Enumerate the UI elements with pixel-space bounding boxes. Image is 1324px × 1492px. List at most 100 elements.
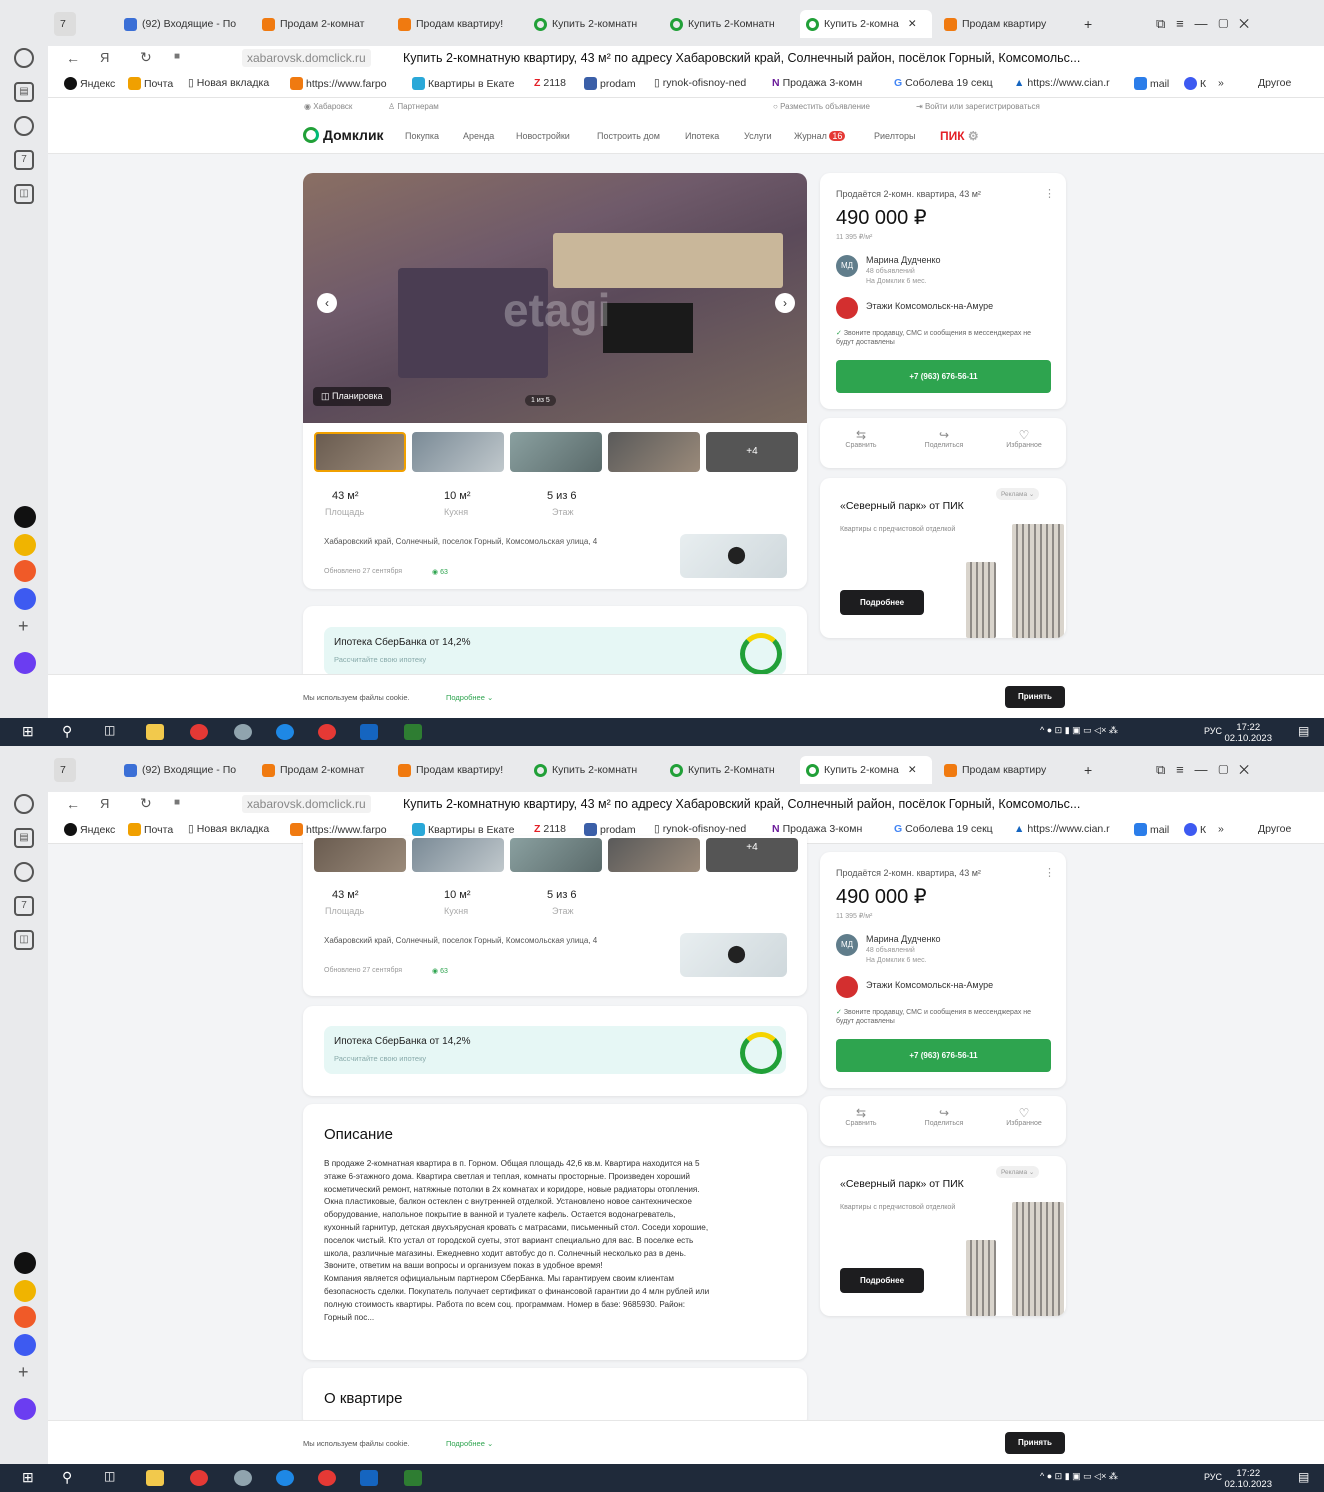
new-tab-button[interactable]: + [1078,758,1100,782]
thumbnail[interactable] [412,432,504,472]
ad-card[interactable]: Реклама ⌄ «Северный парк» от ПИК Квартир… [820,1156,1066,1316]
ad-badge[interactable]: Реклама ⌄ [996,488,1040,500]
cookie-more-link[interactable]: Подробнее ⌄ [446,693,493,702]
language-indicator[interactable]: РУС [1204,1472,1222,1482]
nav-item[interactable]: Ипотека [685,131,719,141]
bookmark[interactable]: Почта [128,77,173,90]
favorite-button[interactable]: ♡ Избранное [996,428,1052,449]
more-menu-icon[interactable]: ⋮ [1044,866,1055,879]
tab-domclick-active[interactable]: Купить 2-комна ✕ [800,10,932,38]
more-menu-icon[interactable]: ⋮ [1044,187,1055,200]
bookmark[interactable]: mail [1134,823,1169,836]
tab-domclick-active[interactable]: Купить 2-комна ✕ [800,756,932,784]
bookmark[interactable]: Квартиры в Екате [412,823,514,836]
more-thumbnails[interactable]: +4 [706,432,798,472]
app-icon-1[interactable] [14,1252,36,1274]
bookmark[interactable]: Z 2118 [534,77,566,89]
yandex-browser-icon[interactable] [190,724,208,740]
nav-item[interactable]: Риелторы [874,131,916,141]
bookmark[interactable]: Почта [128,823,173,836]
search-icon[interactable]: ⚲ [62,1469,72,1486]
collections-icon[interactable]: ▤ [14,828,34,848]
thumbnail[interactable] [314,838,406,872]
agent-name[interactable]: Марина Дудченко [866,934,941,944]
explorer-icon[interactable] [146,724,164,740]
cookie-more-link[interactable]: Подробнее ⌄ [446,1439,493,1448]
mortgage-banner[interactable]: Ипотека СберБанка от 14,2% Рассчитайте с… [324,627,786,675]
clock[interactable]: 17:22 02.10.2023 [1224,1468,1272,1490]
partners-link[interactable]: ♙ Партнерам [388,102,439,111]
page-title[interactable]: Купить 2-комнатную квартиру, 43 м² по ад… [403,797,1080,811]
bookmark[interactable]: К [1184,77,1206,90]
language-indicator[interactable]: РУС [1204,726,1222,736]
back-icon[interactable]: ← [66,50,80,66]
windows-start-icon[interactable]: ⊞ [22,723,34,740]
bookmark[interactable]: ▯ Новая вкладка [188,823,269,835]
show-phone-button[interactable]: +7 (963) 676-56-11 [836,360,1051,393]
notifications-icon[interactable]: ▤ [1298,724,1309,738]
app-icon[interactable] [234,724,252,740]
app-icon-5[interactable] [14,652,36,674]
thumbnail[interactable] [510,432,602,472]
explorer-icon[interactable] [146,1470,164,1486]
yandex-icon[interactable]: Я [100,50,109,65]
edge-icon[interactable] [276,1470,294,1486]
share-button[interactable]: ↪ Поделиться [914,1106,974,1127]
post-ad-link[interactable]: ○ Разместить объявление [773,102,870,111]
search-icon[interactable]: ⚲ [62,723,72,740]
address-text[interactable]: Хабаровский край, Солнечный, поселок Гор… [324,936,597,945]
agency-name[interactable]: Этажи Комсомольск-на-Амуре [866,301,993,311]
screenshot-icon[interactable]: ◫ [14,930,34,950]
reload-icon[interactable]: ↻ [140,795,152,812]
bookmark[interactable]: G Соболева 19 секц [894,77,993,89]
pik-logo[interactable]: ПИК ⚙ [940,129,979,143]
mini-map[interactable]: ⬤ [680,534,787,578]
bookmark[interactable]: К [1184,823,1206,836]
prev-photo-button[interactable]: ‹ [317,293,337,313]
agent-name[interactable]: Марина Дудченко [866,255,941,265]
collections-icon[interactable]: ▤ [14,82,34,102]
ad-badge[interactable]: Реклама ⌄ [996,1166,1040,1178]
bookmark[interactable]: Z 2118 [534,823,566,835]
ad-card[interactable]: Реклама ⌄ «Северный парк» от ПИК Квартир… [820,478,1066,638]
login-link[interactable]: ⇥ Войти или зарегистрироваться [916,102,1040,111]
new-tab-button[interactable]: + [1078,12,1100,36]
address-text[interactable]: Хабаровский край, Солнечный, поселок Гор… [324,537,597,546]
word-icon[interactable] [360,724,378,740]
cookie-accept-button[interactable]: Принять [1005,1432,1065,1454]
share-button[interactable]: ↪ Поделиться [914,428,974,449]
nav-item[interactable]: Аренда [463,131,494,141]
tray-icons[interactable]: ^ ● ⊡ ▮ ▣ ▭ ◁× ⁂ [1040,725,1118,736]
window-controls[interactable]: ⧉ ≡ — ▢ ✕ [1150,758,1255,782]
bookmark[interactable]: prodam [584,77,636,90]
tab-counter[interactable]: 7 [54,12,76,36]
bookmark[interactable]: G Соболева 19 секц [894,823,993,835]
window-controls[interactable]: ⧉ ≡ — ▢ ✕ [1150,12,1255,36]
city-selector[interactable]: ◉ Хабаровск [304,102,352,111]
site-logo[interactable]: Домклик [303,127,384,143]
mini-map[interactable]: ⬤ [680,933,787,977]
url-domain[interactable]: xabarovsk.domclick.ru [242,49,371,67]
thumbnail[interactable] [314,432,406,472]
calendar-icon[interactable]: 7 [14,150,34,170]
yandex-icon[interactable]: Я [100,796,109,811]
bookmark[interactable]: https://www.farpo [290,823,387,836]
app-icon-2[interactable] [14,1280,36,1302]
nav-item[interactable]: Построить дом [597,131,660,141]
nav-item[interactable]: Журнал 16 [794,131,846,141]
excel-icon[interactable] [404,1470,422,1486]
tab-domclick-1[interactable]: Купить 2-комнатн [528,12,658,36]
compare-button[interactable]: ⇆ Сравнить [836,428,886,449]
bookmark[interactable]: mail [1134,77,1169,90]
task-view-icon[interactable]: ◫ [104,1469,115,1483]
bookmark[interactable]: ▯ rynok-ofisnoy-ned [654,77,746,89]
yandex-browser-icon[interactable] [190,1470,208,1486]
close-tab-icon[interactable]: ✕ [908,764,917,776]
thumbnail[interactable] [510,838,602,872]
bookmark[interactable]: ▯ rynok-ofisnoy-ned [654,823,746,835]
add-app-icon[interactable]: + [18,616,29,637]
bookmark[interactable]: ▲ https://www.cian.r [1014,823,1110,835]
bookmarks-more[interactable]: » [1218,823,1224,835]
play-icon[interactable] [14,116,34,136]
bookmark[interactable]: Яндекс [64,823,115,836]
